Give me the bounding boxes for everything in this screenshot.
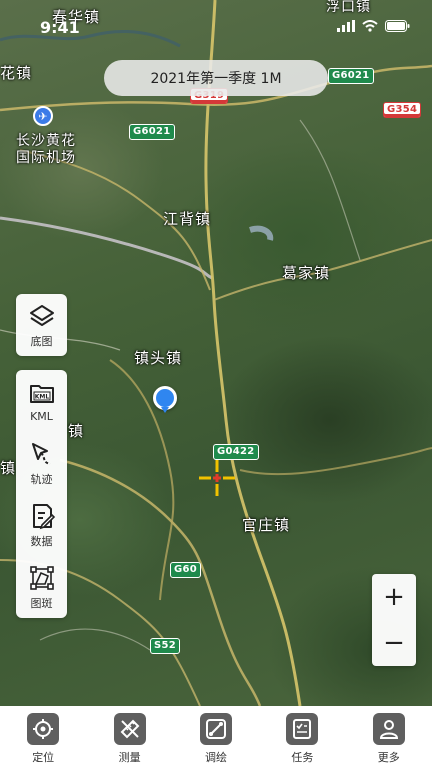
- place-label: 葛家镇: [282, 264, 331, 282]
- road-shield-s52: S52: [150, 638, 181, 654]
- patch-label: 图斑: [30, 596, 53, 610]
- tab-more[interactable]: 更多: [354, 706, 424, 768]
- place-label: 镇: [0, 459, 17, 477]
- measure-icon: [113, 713, 146, 745]
- status-time: 9:41: [40, 18, 80, 37]
- status-bar: 9:41: [0, 0, 432, 40]
- cellular-signal-icon: [337, 20, 355, 32]
- tab-label: 任务: [291, 751, 314, 764]
- basemap-label: 底图: [30, 334, 53, 348]
- airport-icon: ✈: [33, 106, 53, 126]
- track-label: 轨迹: [30, 472, 53, 486]
- place-label: 江背镇: [163, 210, 212, 228]
- tab-task[interactable]: 任务: [267, 706, 337, 768]
- patch-button[interactable]: 图斑: [16, 556, 67, 618]
- tools-panel: KML KML 轨迹 数据 图斑: [16, 370, 67, 618]
- task-icon: [286, 713, 319, 745]
- place-label: 花镇: [0, 64, 33, 82]
- track-button[interactable]: 轨迹: [16, 432, 67, 494]
- data-edit-icon: [32, 503, 55, 529]
- zoom-control: + −: [372, 574, 416, 666]
- imagery-date-label: 2021年第一季度 1M: [150, 71, 282, 87]
- tab-label: 调绘: [204, 751, 227, 764]
- road-shield-g354: G354: [383, 102, 422, 118]
- wifi-icon: [362, 20, 378, 32]
- kml-button[interactable]: KML KML: [16, 370, 67, 432]
- kml-badge-text: KML: [34, 394, 49, 401]
- tab-label: 更多: [377, 751, 400, 764]
- place-label: 镇头镇: [134, 349, 183, 367]
- zoom-in-button[interactable]: +: [372, 574, 416, 620]
- tab-locate[interactable]: 定位: [8, 706, 78, 768]
- survey-draw-icon: [199, 713, 232, 745]
- data-label: 数据: [30, 534, 53, 548]
- locate-icon: [27, 713, 60, 745]
- place-label: 国际机场: [16, 150, 76, 166]
- tab-survey-draw[interactable]: 调绘: [181, 706, 251, 768]
- location-marker-tail: [161, 407, 169, 413]
- tab-measure[interactable]: 测量: [95, 706, 165, 768]
- kml-label: KML: [30, 410, 53, 423]
- battery-icon: [385, 20, 410, 32]
- crosshair-icon: [199, 460, 235, 496]
- road-shield-g60: G60: [170, 562, 202, 578]
- place-label: 镇: [68, 422, 85, 440]
- bottom-tab-bar: 定位 测量 调绘 任务 更多: [0, 706, 432, 768]
- imagery-date-selector[interactable]: 2021年第一季度 1M: [104, 60, 328, 96]
- basemap-panel: 底图: [16, 294, 67, 356]
- more-icon: [372, 713, 405, 745]
- tab-label: 定位: [32, 751, 55, 764]
- place-label: 官庄镇: [242, 516, 291, 534]
- zoom-out-button[interactable]: −: [372, 620, 416, 666]
- road-shield-g6021: G6021: [328, 68, 374, 84]
- basemap-button[interactable]: 底图: [16, 294, 67, 356]
- data-button[interactable]: 数据: [16, 494, 67, 556]
- track-icon: [31, 442, 50, 465]
- kml-folder-icon: KML: [29, 385, 54, 403]
- layers-icon: [29, 304, 54, 326]
- polygon-patch-icon: [29, 565, 54, 590]
- road-shield-g6021: G6021: [129, 124, 175, 140]
- tab-label: 测量: [118, 751, 141, 764]
